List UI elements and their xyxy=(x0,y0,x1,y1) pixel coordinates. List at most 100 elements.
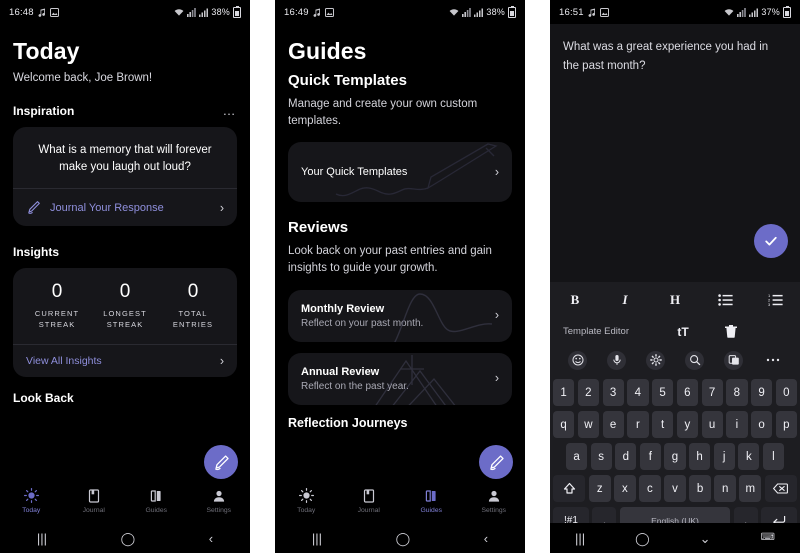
monthly-review-text: Monthly Review Reflect on your past mont… xyxy=(301,303,495,329)
compose-fab-button[interactable] xyxy=(479,445,513,479)
bullet-list-button[interactable] xyxy=(700,294,750,306)
key-a[interactable]: a xyxy=(566,443,588,470)
key-9[interactable]: 9 xyxy=(751,379,773,406)
search-icon[interactable] xyxy=(685,350,704,370)
key-5[interactable]: 5 xyxy=(652,379,674,406)
key-4[interactable]: 4 xyxy=(627,379,649,406)
key-f[interactable]: f xyxy=(639,443,661,470)
key-l[interactable]: l xyxy=(762,443,784,470)
nav-item-journal[interactable]: Journal xyxy=(63,488,126,514)
map-icon xyxy=(149,488,163,503)
key-2[interactable]: 2 xyxy=(577,379,599,406)
look-back-heading: Look Back xyxy=(13,391,74,406)
key-q[interactable]: q xyxy=(553,411,575,438)
stat-total-entries: 0 TOTAL ENTRIES xyxy=(159,281,227,331)
backspace-key[interactable] xyxy=(764,475,797,502)
key-s[interactable]: s xyxy=(590,443,612,470)
key-i[interactable]: i xyxy=(726,411,748,438)
monthly-review-card[interactable]: Monthly Review Reflect on your past mont… xyxy=(288,289,512,342)
heading-button[interactable]: H xyxy=(650,292,700,308)
key-p[interactable]: p xyxy=(775,411,797,438)
key-v[interactable]: v xyxy=(664,475,686,502)
more-icon[interactable] xyxy=(763,351,782,370)
key-z[interactable]: z xyxy=(588,475,611,502)
hide-keyboard-icon[interactable]: ⌄ xyxy=(700,532,711,545)
inspiration-card[interactable]: What is a memory that will forever make … xyxy=(13,127,237,227)
key-y[interactable]: y xyxy=(676,411,698,438)
key-c[interactable]: c xyxy=(639,475,661,502)
overflow-menu-icon[interactable]: … xyxy=(223,104,238,117)
clipboard-icon[interactable] xyxy=(724,350,743,370)
phone-screen-guides: 16:49 38% Guides Quick Templates Manage … xyxy=(275,0,525,553)
numbered-list-button[interactable]: 123 xyxy=(750,294,800,306)
key-k[interactable]: k xyxy=(738,443,760,470)
bottom-navigation: Today Journal Guides Settings xyxy=(0,479,250,523)
key-6[interactable]: 6 xyxy=(676,379,698,406)
person-icon xyxy=(487,488,501,503)
recents-icon[interactable]: ||| xyxy=(312,532,322,545)
recents-icon[interactable]: ||| xyxy=(575,532,585,545)
key-j[interactable]: j xyxy=(713,443,735,470)
shift-key[interactable] xyxy=(553,475,586,502)
compose-fab-button[interactable] xyxy=(204,445,238,479)
text-size-button[interactable]: tT xyxy=(659,325,707,339)
nav-item-guides[interactable]: Guides xyxy=(400,488,463,514)
view-all-insights-button[interactable]: View All Insights › xyxy=(23,345,227,378)
key-0[interactable]: 0 xyxy=(775,379,797,406)
nav-item-settings[interactable]: Settings xyxy=(188,488,251,514)
on-screen-keyboard: 1 2 3 4 5 6 7 8 9 0 q w e r t y u i o p … xyxy=(550,375,800,534)
key-e[interactable]: e xyxy=(602,411,624,438)
back-icon[interactable]: ‹ xyxy=(209,532,213,545)
entry-prompt-text[interactable]: What was a great experience you had in t… xyxy=(550,24,800,76)
home-icon[interactable]: ◯ xyxy=(396,532,411,545)
insights-card[interactable]: 0 CURRENT STREAK 0 LONGEST STREAK 0 TOTA… xyxy=(13,268,237,378)
recents-icon[interactable]: ||| xyxy=(37,532,47,545)
keyboard-icon[interactable]: ⌨ xyxy=(761,533,775,543)
key-1[interactable]: 1 xyxy=(553,379,575,406)
page-title: Today xyxy=(13,38,80,64)
key-x[interactable]: x xyxy=(614,475,636,502)
quick-templates-heading: Quick Templates xyxy=(288,72,407,89)
annual-review-card[interactable]: Annual Review Reflect on the past year. … xyxy=(288,352,512,405)
signal-alt-icon xyxy=(462,7,472,17)
journal-response-button[interactable]: Journal Your Response › xyxy=(26,189,224,226)
key-n[interactable]: n xyxy=(714,475,736,502)
back-icon[interactable]: ‹ xyxy=(484,532,488,545)
emoji-icon[interactable] xyxy=(568,350,587,370)
key-g[interactable]: g xyxy=(664,443,686,470)
key-8[interactable]: 8 xyxy=(726,379,748,406)
key-h[interactable]: h xyxy=(689,443,711,470)
nav-item-journal[interactable]: Journal xyxy=(338,488,401,514)
chevron-right-icon: › xyxy=(219,353,224,368)
confirm-fab-button[interactable] xyxy=(754,224,788,258)
microphone-icon[interactable] xyxy=(607,350,626,370)
battery-percentage: 38% xyxy=(211,7,230,17)
nav-item-settings[interactable]: Settings xyxy=(463,488,526,514)
key-3[interactable]: 3 xyxy=(602,379,624,406)
bold-button[interactable]: B xyxy=(550,292,600,308)
nav-item-guides[interactable]: Guides xyxy=(125,488,188,514)
nav-item-today[interactable]: Today xyxy=(0,488,63,514)
inspiration-question: What is a memory that will forever make … xyxy=(38,144,212,173)
home-icon[interactable]: ◯ xyxy=(635,532,650,545)
key-o[interactable]: o xyxy=(751,411,773,438)
key-r[interactable]: r xyxy=(627,411,649,438)
delete-button[interactable] xyxy=(707,325,755,338)
stats-row: 0 CURRENT STREAK 0 LONGEST STREAK 0 TOTA… xyxy=(23,281,227,331)
key-u[interactable]: u xyxy=(701,411,723,438)
key-t[interactable]: t xyxy=(652,411,674,438)
nav-item-today[interactable]: Today xyxy=(275,488,338,514)
key-7[interactable]: 7 xyxy=(701,379,723,406)
your-quick-templates-card[interactable]: Your Quick Templates › xyxy=(288,142,512,203)
key-m[interactable]: m xyxy=(739,475,762,502)
settings-gear-icon[interactable] xyxy=(646,350,665,370)
key-d[interactable]: d xyxy=(615,443,637,470)
status-time: 16:49 xyxy=(284,6,309,18)
system-navigation-bar: ||| ◯ ⌄ ⌨ xyxy=(550,523,800,553)
stat-value: 0 xyxy=(51,281,63,303)
key-b[interactable]: b xyxy=(689,475,711,502)
key-w[interactable]: w xyxy=(577,411,599,438)
stat-value: 0 xyxy=(187,281,199,303)
home-icon[interactable]: ◯ xyxy=(121,532,136,545)
italic-button[interactable]: I xyxy=(600,292,650,308)
